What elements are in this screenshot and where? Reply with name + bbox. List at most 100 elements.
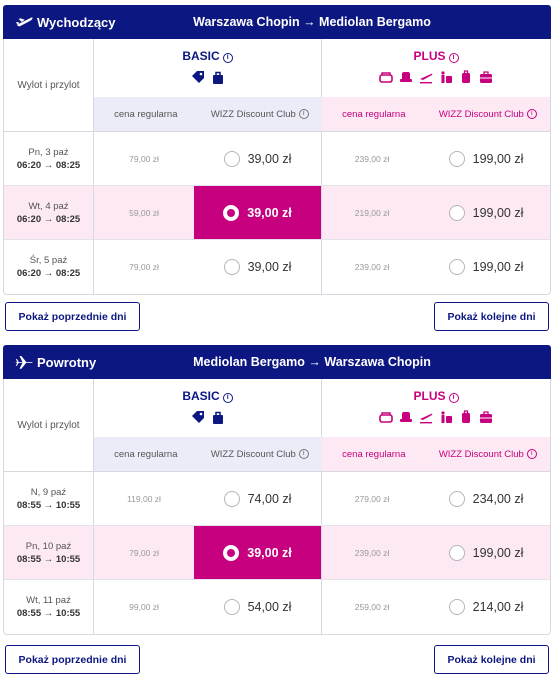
plus-club-fare-option[interactable]: 199,00 zł bbox=[422, 526, 550, 579]
flight-day: Pn, 10 paź bbox=[25, 540, 72, 552]
wdc-price-header: WIZZ Discount Club bbox=[438, 108, 524, 120]
basic-club-fare-option[interactable]: 74,00 zł bbox=[194, 472, 322, 525]
flight-day: Wt, 4 paź bbox=[28, 200, 69, 212]
plus-club-fare-option[interactable]: 199,00 zł bbox=[422, 132, 550, 185]
info-icon[interactable]: i bbox=[448, 393, 459, 403]
basic-regular-price: 59,00 zł bbox=[129, 207, 159, 218]
flight-day: Śr, 5 paź bbox=[29, 255, 68, 266]
return-section: Powrotny Mediolan Bergamo → Warszawa Cho… bbox=[3, 345, 551, 635]
plus-regular-price: 239,00 zł bbox=[354, 547, 390, 558]
plus-club-fare-option[interactable]: 234,00 zł bbox=[422, 472, 550, 525]
fare-table-header: Wylot i przylot BASIC i cena regularna WI… bbox=[4, 39, 550, 132]
basic-regular-price: 79,00 zł bbox=[129, 262, 159, 272]
radio-button[interactable] bbox=[448, 490, 465, 507]
wdc-price-header: WIZZ Discount Club bbox=[210, 108, 296, 120]
basic-club-fare-option[interactable]: 39,00 zł bbox=[194, 526, 322, 579]
plus-fare-icons bbox=[322, 410, 550, 424]
flight-row: Wt, 11 paź 08:55 → 10:55 99,00 zł 54,00 z… bbox=[4, 580, 550, 634]
radio-button[interactable] bbox=[223, 490, 240, 507]
plus-regular-price: 259,00 zł bbox=[354, 602, 390, 612]
flight-day: Pn, 3 paź bbox=[28, 146, 69, 158]
flight-time: 06:20 → 08:25 bbox=[16, 213, 81, 225]
plus-club-fare-option[interactable]: 199,00 zł bbox=[422, 186, 550, 239]
plus-club-price: 234,00 zł bbox=[472, 491, 524, 506]
plus-club-fare-option[interactable]: 199,00 zł bbox=[422, 240, 550, 294]
prev-days-button[interactable]: Pokaż poprzednie dni bbox=[5, 302, 140, 331]
trolley-icon bbox=[462, 70, 470, 83]
basic-club-price: 39,00 zł bbox=[247, 205, 292, 220]
plus-club-price: 214,00 zł bbox=[472, 600, 524, 614]
flight-row: N, 9 paź 08:55 → 10:55 119,00 zł 74,00 zł… bbox=[4, 472, 550, 526]
basic-fare-header: BASIC i cena regularna WIZZ Discount Club… bbox=[94, 39, 322, 132]
flight-day: Wt, 11 paź bbox=[26, 595, 71, 606]
radio-button[interactable] bbox=[448, 204, 465, 221]
plus-regular-price: 279,00 zł bbox=[354, 493, 390, 504]
priority-seat-icon bbox=[400, 412, 412, 422]
radio-button[interactable] bbox=[448, 599, 465, 615]
radio-button-selected[interactable] bbox=[223, 544, 240, 561]
info-icon[interactable]: i bbox=[222, 53, 233, 63]
outbound-header: Wychodzący Warszawa Chopin → Mediolan Be… bbox=[3, 5, 551, 39]
basic-club-price: 39,00 zł bbox=[247, 260, 292, 274]
basic-fare-icons bbox=[94, 410, 321, 424]
regular-price-header: cena regularna bbox=[114, 108, 178, 120]
flight-time: 08:55 → 10:55 bbox=[16, 608, 81, 619]
plus-club-price: 199,00 zł bbox=[472, 260, 524, 274]
basic-club-fare-option[interactable]: 39,00 zł bbox=[194, 240, 322, 294]
radio-button[interactable] bbox=[448, 544, 465, 561]
basic-club-fare-option[interactable]: 39,00 zł bbox=[194, 132, 322, 185]
radio-button[interactable] bbox=[448, 150, 465, 167]
plus-club-fare-option[interactable]: 214,00 zł bbox=[422, 580, 550, 634]
flight-row: Wt, 4 paź 06:20 → 08:25 59,00 zł 39,00 zł… bbox=[4, 186, 550, 240]
fare-table: Wylot i przylot BASIC i cena regularna WI… bbox=[3, 39, 551, 295]
wdc-price-header: WIZZ Discount Club bbox=[210, 448, 296, 460]
regular-price-header: cena regularna bbox=[342, 448, 406, 460]
next-days-button[interactable]: Pokaż kolejne dni bbox=[434, 645, 549, 674]
info-icon[interactable]: i bbox=[448, 53, 459, 63]
plus-fare-header: PLUS i cena regularna WIZZ Discount Club i bbox=[322, 379, 550, 472]
flight-time: 06:20 → 08:25 bbox=[16, 268, 81, 279]
outbound-section: Wychodzący Warszawa Chopin → Mediolan Be… bbox=[3, 5, 551, 295]
flight-day: N, 9 paź bbox=[30, 486, 67, 498]
plus-fare-icons bbox=[322, 70, 550, 84]
prev-days-button[interactable]: Pokaż poprzednie dni bbox=[5, 645, 140, 674]
flight-time: 08:55 → 10:55 bbox=[16, 553, 81, 565]
suitcase-icon bbox=[480, 411, 492, 423]
info-icon[interactable]: i bbox=[298, 109, 309, 119]
plus-club-price: 199,00 zł bbox=[472, 151, 524, 166]
check-in-icon bbox=[420, 73, 433, 84]
basic-fare-title: BASIC i bbox=[94, 389, 321, 403]
radio-button-selected[interactable] bbox=[223, 204, 240, 221]
baggage-icon bbox=[441, 71, 452, 83]
wdc-price-header: WIZZ Discount Club bbox=[438, 448, 524, 460]
fare-table: Wylot i przylot BASIC i cena regularna WI… bbox=[3, 379, 551, 635]
small-bag-icon bbox=[212, 71, 223, 84]
basic-club-price: 39,00 zł bbox=[247, 151, 292, 166]
info-icon[interactable]: i bbox=[298, 449, 309, 459]
basic-club-fare-option[interactable]: 39,00 zł bbox=[194, 186, 322, 239]
plus-fare-title: PLUS i bbox=[322, 389, 550, 403]
seat-icon bbox=[379, 412, 393, 423]
seat-icon bbox=[379, 72, 393, 83]
suitcase-icon bbox=[480, 71, 492, 83]
radio-button[interactable] bbox=[448, 259, 465, 275]
plus-regular-price: 239,00 zł bbox=[354, 153, 390, 164]
fare-table-header: Wylot i przylot BASIC i cena regularna WI… bbox=[4, 379, 550, 472]
next-days-button[interactable]: Pokaż kolejne dni bbox=[434, 302, 549, 331]
info-icon[interactable]: i bbox=[222, 393, 233, 403]
route-label: Mediolan Bergamo → Warszawa Chopin bbox=[193, 355, 431, 369]
basic-regular-price: 79,00 zł bbox=[129, 547, 159, 558]
basic-regular-price: 99,00 zł bbox=[129, 602, 159, 612]
basic-club-fare-option[interactable]: 54,00 zł bbox=[194, 580, 322, 634]
flight-time-header: Wylot i przylot bbox=[4, 39, 94, 132]
info-icon[interactable]: i bbox=[526, 449, 537, 459]
baggage-icon bbox=[441, 411, 452, 423]
plus-regular-price: 239,00 zł bbox=[354, 262, 390, 272]
radio-button[interactable] bbox=[223, 150, 240, 167]
flight-time: 06:20 → 08:25 bbox=[16, 159, 81, 171]
flight-row: Pn, 10 paź 08:55 → 10:55 79,00 zł 39,00 z… bbox=[4, 526, 550, 580]
radio-button[interactable] bbox=[223, 259, 240, 275]
radio-button[interactable] bbox=[223, 599, 240, 615]
small-bag-icon bbox=[212, 411, 223, 424]
info-icon[interactable]: i bbox=[526, 109, 537, 119]
